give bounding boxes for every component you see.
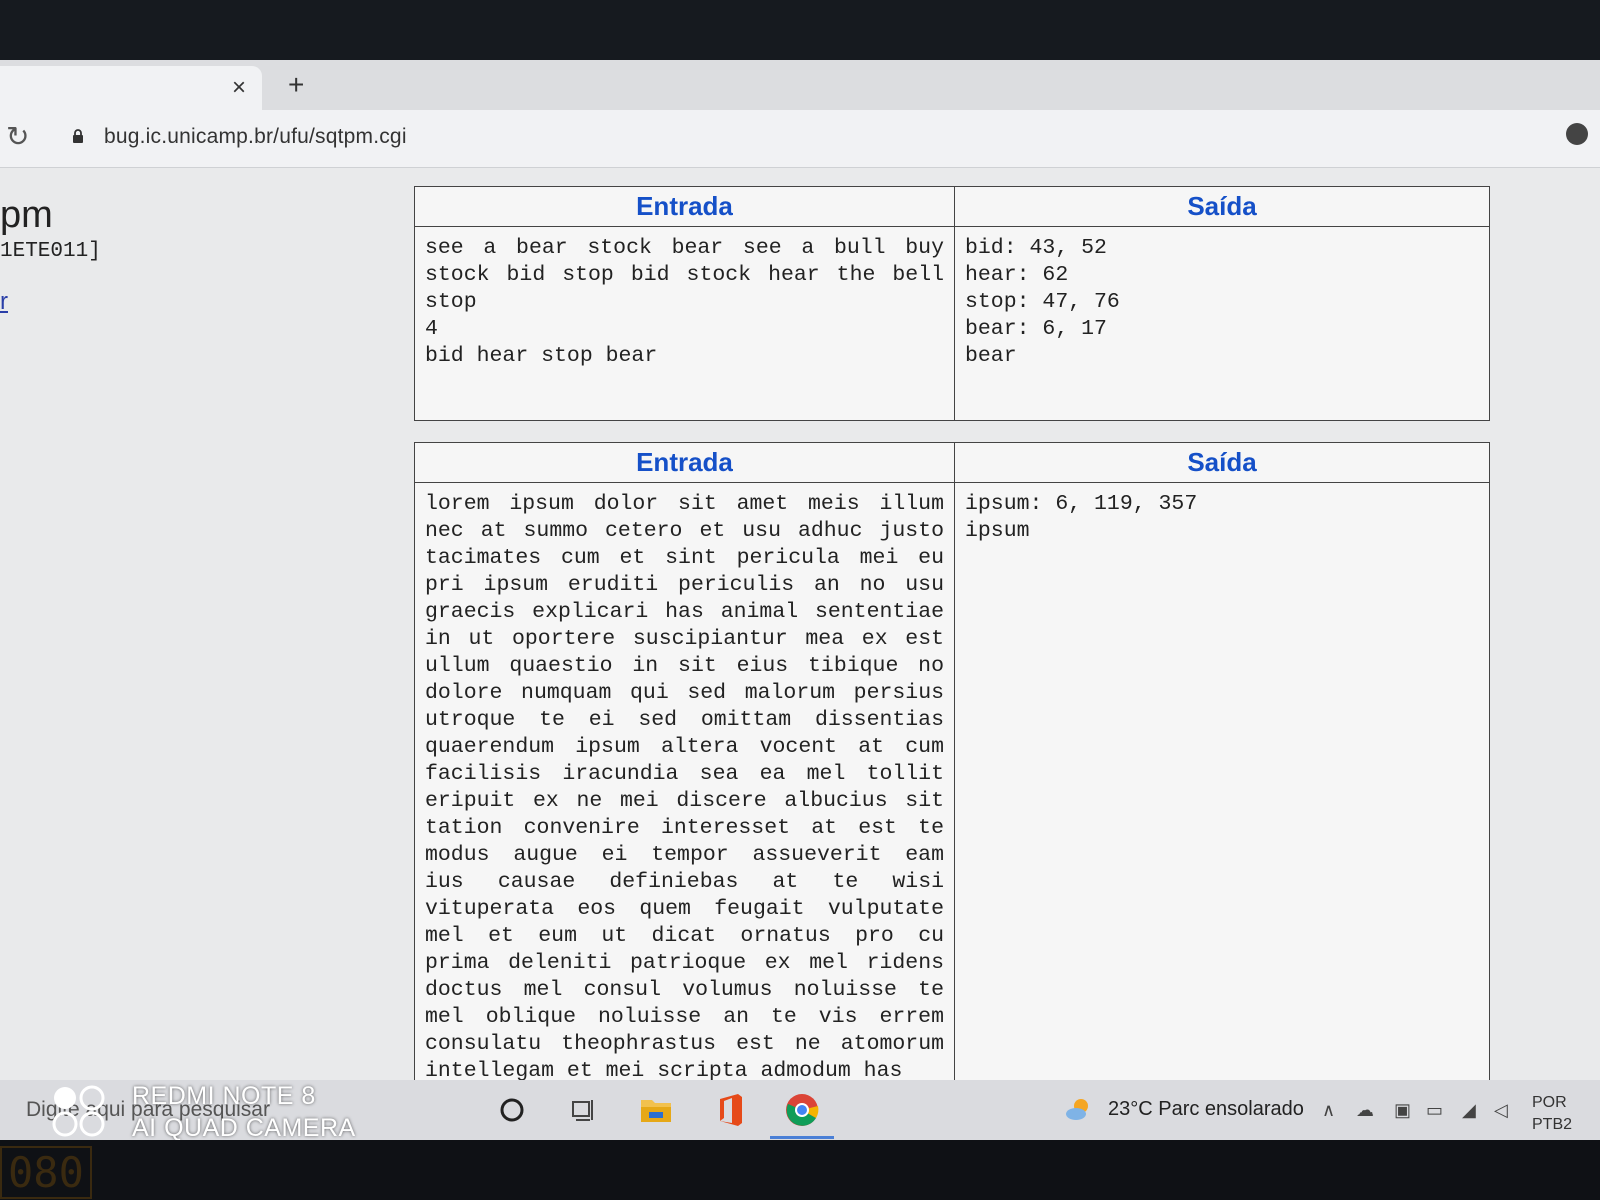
input-line: ullum quaestio in sit eius tibique no <box>425 654 944 678</box>
address-bar[interactable]: bug.ic.unicamp.br/ufu/sqtpm.cgi <box>104 125 407 149</box>
input-line: tation convenire interesset at est te <box>425 816 944 840</box>
input-line: graecis explicari has animal sententiae <box>425 600 944 624</box>
input-line: doctus mel consul volumus noluisse te <box>425 978 944 1002</box>
extension-icon[interactable] <box>1566 123 1588 145</box>
cortana-icon[interactable] <box>492 1090 532 1130</box>
page-title-fragment: pm <box>0 194 53 236</box>
office-icon[interactable] <box>710 1090 750 1130</box>
input-line: bid hear stop bear <box>425 344 658 368</box>
input-line: nec at summo cetero et usu adhuc justo <box>425 519 944 543</box>
input-line: intellegam et mei scripta admodum has <box>425 1059 903 1080</box>
input-line: pri ipsum eruditi periculis an no usu <box>425 573 944 597</box>
sidebar-link[interactable]: r <box>0 288 8 316</box>
watermark-camera: AI QUAD CAMERA <box>132 1114 356 1142</box>
browser-tab[interactable]: × <box>0 66 262 110</box>
input-line: eripuit ex ne mei discere albucius sit <box>425 789 944 813</box>
output-line: hear: 62 <box>965 263 1069 287</box>
input-line: see a bear stock bear see a bull buy <box>425 236 944 260</box>
input-header: Entrada <box>414 186 955 227</box>
bezel-digits: 080 <box>0 1146 92 1199</box>
input-line: mel oblique noluisse an te vis errem <box>425 1005 944 1029</box>
input-line: stock bid stop bid stock hear the bell <box>425 263 944 287</box>
input-line: stop <box>425 290 477 314</box>
input-line: mel et eum ut dicat ornatus pro cu <box>425 924 944 948</box>
folder-icon[interactable] <box>636 1090 676 1130</box>
language-indicator[interactable]: POR PTB2 <box>1532 1092 1572 1136</box>
watermark-model: REDMI NOTE 8 <box>132 1082 316 1110</box>
camera-watermark: REDMI NOTE 8 AI QUAD CAMERA <box>52 1078 382 1144</box>
keyboard-layout: PTB2 <box>1532 1116 1573 1133</box>
output-line: ipsum: 6, 119, 357 <box>965 492 1198 516</box>
input-line: lorem ipsum dolor sit amet meis illum <box>425 492 944 516</box>
onedrive-icon[interactable]: ☁ <box>1356 1100 1374 1121</box>
input-line: quaerendum ipsum altera vocent at cum <box>425 735 944 759</box>
volume-icon[interactable]: ◁ <box>1494 1100 1508 1121</box>
new-tab-button[interactable]: + <box>288 70 304 100</box>
weather-icon[interactable] <box>1064 1094 1094 1124</box>
input-cell: lorem ipsum dolor sit amet meis illum nec… <box>414 482 955 1080</box>
input-line: tacimates cum et sint pericula mei eu <box>425 546 944 570</box>
camera-logo-icon <box>52 1085 105 1137</box>
chevron-up-icon[interactable]: ∧ <box>1322 1100 1335 1121</box>
input-header: Entrada <box>414 442 955 483</box>
battery-icon[interactable]: ▭ <box>1426 1100 1443 1121</box>
output-line: bid: 43, 52 <box>965 236 1107 260</box>
input-line: modus augue ei tempor assueverit eam <box>425 843 944 867</box>
input-line: consulatu theophrastus est ne atomorum <box>425 1032 944 1056</box>
output-line: bear <box>965 344 1017 368</box>
output-cell: ipsum: 6, 119, 357 ipsum <box>954 482 1490 1080</box>
input-line: 4 <box>425 317 438 341</box>
input-cell: see a bear stock bear see a bull buy stoc… <box>414 226 955 421</box>
active-app-indicator <box>770 1136 834 1139</box>
weather-text[interactable]: 23°C Parc ensolarado <box>1108 1098 1304 1121</box>
test-case-table: Entrada Saída see a bear stock bear see … <box>414 186 1490 421</box>
output-cell: bid: 43, 52 hear: 62 stop: 47, 76 bear: 6, … <box>954 226 1490 421</box>
tab-close-icon[interactable]: × <box>232 74 246 102</box>
screen-bezel-top <box>0 0 1600 60</box>
output-header: Saída <box>954 442 1490 483</box>
tab-strip: × + <box>0 60 1600 110</box>
course-code-fragment: 1ETE011] <box>0 240 101 263</box>
lock-icon <box>73 129 83 143</box>
chrome-icon[interactable] <box>782 1090 822 1130</box>
input-line: vituperata eos quem feugait vulputate <box>425 897 944 921</box>
test-case-table: Entrada Saída lorem ipsum dolor sit amet… <box>414 442 1490 1080</box>
output-line: stop: 47, 76 <box>965 290 1120 314</box>
output-line: ipsum <box>965 519 1030 543</box>
input-line: ius causae definiebas at te wisi <box>425 870 944 894</box>
input-line: in ut oportere suscipiantur mea ex est <box>425 627 944 651</box>
input-line: facilisis iracundia sea ea mel tollit <box>425 762 944 786</box>
input-line: utroque te ei sed omittam dissentias <box>425 708 944 732</box>
reload-icon[interactable]: ↻ <box>6 120 29 153</box>
screen-bezel-bottom: 080 <box>0 1140 1600 1200</box>
task-view-icon[interactable] <box>564 1090 604 1130</box>
input-line: prima deleniti patrioque ex mel ridens <box>425 951 944 975</box>
input-line: dolore numquam qui sed malorum persius <box>425 681 944 705</box>
wifi-icon[interactable]: ◢ <box>1462 1100 1476 1121</box>
output-line: bear: 6, 17 <box>965 317 1107 341</box>
page-content: pm 1ETE011] r Entrada Saída see a bear s… <box>0 168 1600 1080</box>
language-code: POR <box>1532 1094 1567 1111</box>
output-header: Saída <box>954 186 1490 227</box>
device-icon[interactable]: ▣ <box>1394 1100 1411 1121</box>
browser-toolbar: ↻ bug.ic.unicamp.br/ufu/sqtpm.cgi <box>0 110 1600 168</box>
